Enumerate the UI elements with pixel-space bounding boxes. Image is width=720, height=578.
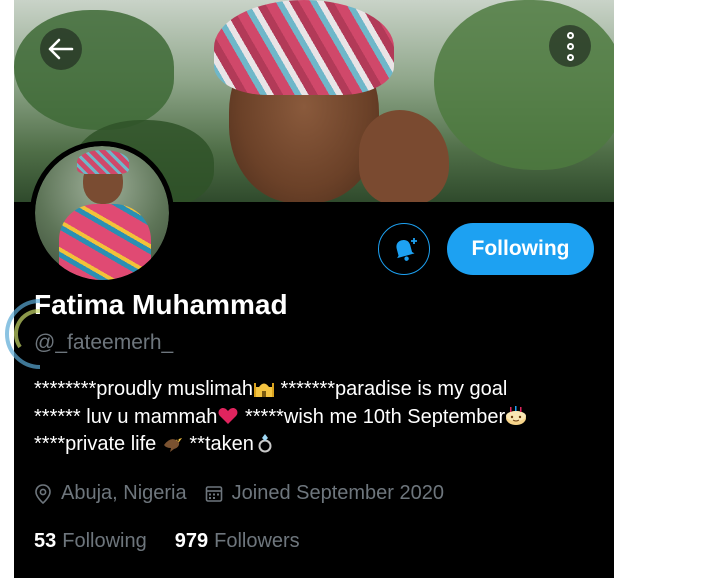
profile-bio: ********proudly muslimah *******paradise…	[34, 376, 609, 459]
profile-avatar[interactable]	[30, 141, 174, 285]
ring-icon	[258, 434, 272, 453]
bio-line: ****private life **taken	[34, 431, 609, 459]
bio-line: ********proudly muslimah *******paradise…	[34, 378, 508, 400]
bio-line: ****** luv u mammah *****wish me 10th Se…	[34, 404, 609, 432]
heart-icon	[218, 407, 238, 424]
arrow-left-icon	[48, 38, 74, 60]
followers-count-link[interactable]: 979 Followers	[175, 530, 300, 553]
banner-foliage	[14, 10, 174, 130]
joined-item: Joined September 2020	[205, 482, 444, 505]
mosque-icon	[254, 383, 274, 397]
back-button[interactable]	[40, 28, 82, 70]
profile-card: Following Fatima Muhammad @_fateemerh_ *…	[14, 0, 614, 578]
location-item: Abuja, Nigeria	[34, 482, 187, 505]
more-options-button[interactable]	[549, 25, 591, 67]
following-count: 53	[34, 530, 57, 552]
notifications-button[interactable]	[378, 223, 430, 275]
profile-stats: 53 Following 979 Followers	[34, 530, 300, 553]
banner-foliage	[434, 0, 614, 170]
followers-label: Followers	[214, 530, 300, 552]
followers-count: 979	[174, 530, 209, 552]
following-label: Following	[62, 530, 147, 552]
location-text: Abuja, Nigeria	[61, 482, 187, 504]
bell-plus-icon	[396, 238, 417, 261]
profile-meta: Abuja, Nigeria Joined September 2020	[34, 482, 444, 505]
more-vertical-icon	[566, 31, 574, 61]
following-count-link[interactable]: 53 Following	[34, 530, 147, 553]
joined-text: Joined September 2020	[231, 482, 444, 504]
eagle-icon	[163, 438, 182, 452]
loading-spinner-icon	[5, 299, 40, 369]
following-button[interactable]: Following	[447, 223, 594, 275]
banner-headwrap	[214, 0, 394, 95]
location-pin-icon	[35, 483, 51, 504]
calendar-icon	[205, 485, 222, 502]
banner-hand	[359, 110, 449, 202]
profile-name: Fatima Muhammad	[34, 289, 288, 320]
profile-handle: @_fateemerh_	[34, 331, 174, 354]
birthday-cake-icon	[506, 405, 527, 425]
